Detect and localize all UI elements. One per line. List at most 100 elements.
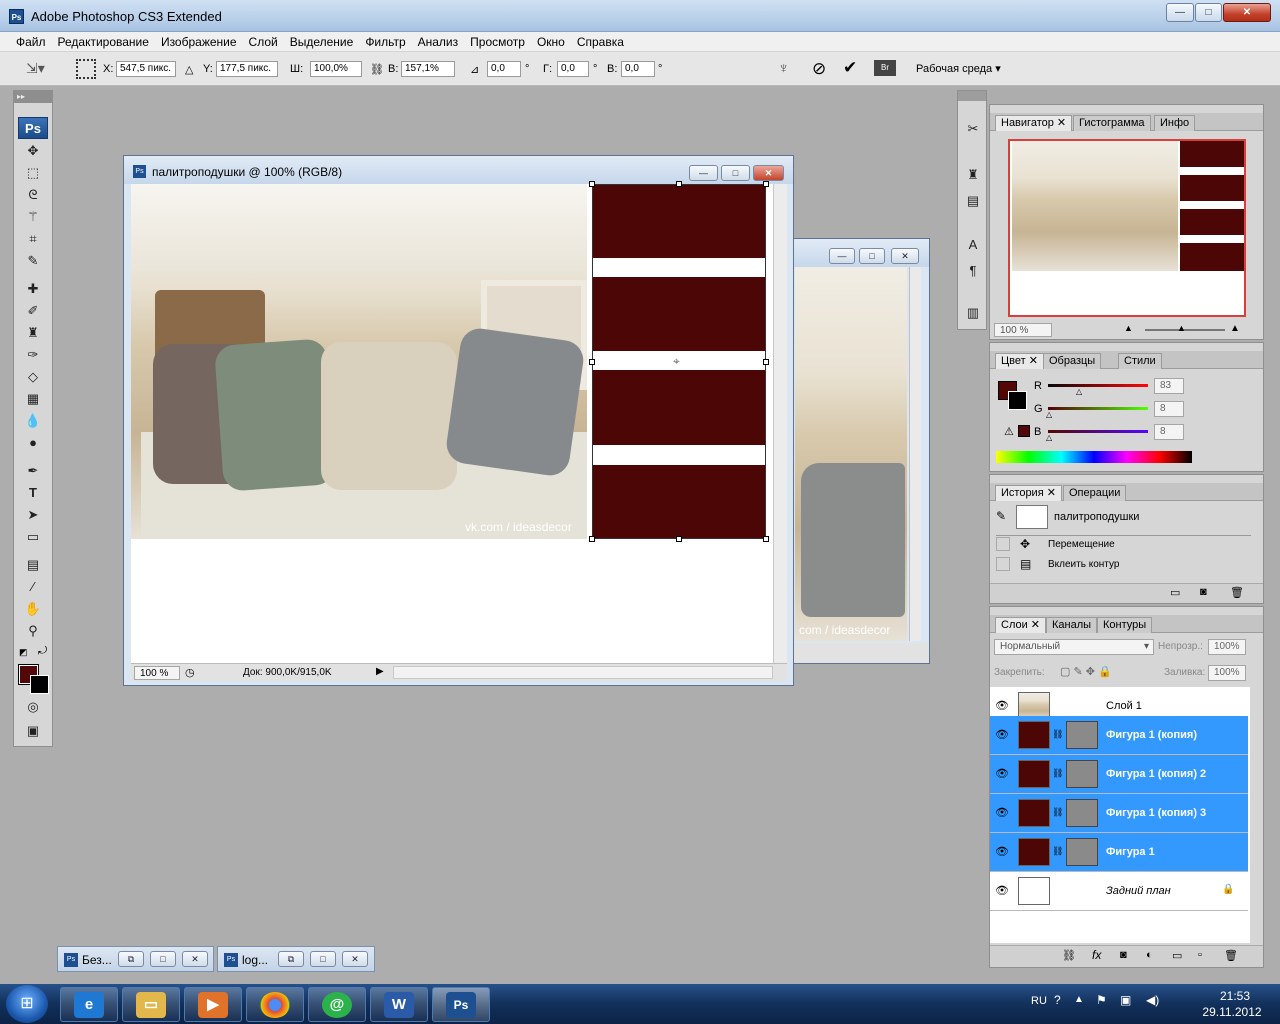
tab-paths[interactable]: Контуры [1097,617,1153,633]
paragraph-panel-icon[interactable]: ¶ [960,261,986,281]
menu-view[interactable]: Просмотр [464,32,531,52]
layer-mask-icon[interactable]: ◙ [1120,949,1127,961]
tab-history[interactable]: История ✕ [995,485,1062,501]
shape-tool-icon[interactable]: ▭ [20,527,46,547]
zoom-tool-icon[interactable]: ⚲ [20,621,46,641]
trash-icon[interactable]: 🗑 [1230,586,1244,599]
path-selection-icon[interactable]: ➤ [20,505,46,525]
g-input[interactable]: 8 [1154,401,1184,417]
height-input[interactable]: 157,1% [401,61,455,77]
network-icon[interactable]: ▣ [1120,993,1131,1007]
width-input[interactable]: 100,0% [310,61,362,77]
menu-image[interactable]: Изображение [155,32,243,52]
navigator-preview[interactable] [1008,139,1246,317]
doc2-maximize-button[interactable]: □ [859,248,885,264]
menu-filter[interactable]: Фильтр [359,32,411,52]
tab-navigator[interactable]: Навигатор ✕ [995,115,1073,131]
minimized-window-2[interactable]: Ps log... ⧉ □ ✕ [217,946,375,972]
clone-stamp-icon[interactable]: ♜ [20,323,46,343]
minimize-button[interactable]: — [1166,3,1194,22]
taskbar-media-player[interactable]: ▶ [184,987,242,1022]
marquee-tool-icon[interactable]: ⬚ [20,163,46,183]
doc-horizontal-scrollbar[interactable] [393,666,773,679]
cancel-transform-icon[interactable]: ⊘ [812,59,826,79]
eraser-tool-icon[interactable]: ◇ [20,367,46,387]
doc-close-button[interactable]: ✕ [753,165,784,181]
restore-button[interactable]: ⧉ [278,951,304,967]
restore-button[interactable]: ⧉ [118,951,144,967]
x-input[interactable]: 547,5 пикс. [116,61,176,77]
layer-style-icon[interactable]: fx [1092,948,1101,962]
healing-brush-icon[interactable]: ✚ [20,279,46,299]
doc2-vertical-scrollbar[interactable] [909,267,921,641]
doc2-minimize-button[interactable]: — [829,248,855,264]
document-window-main[interactable]: Ps палитроподушки @ 100% (RGB/8) — □ ✕ v… [123,155,794,686]
status-menu-icon[interactable]: ◷ [185,666,195,679]
eye-icon[interactable]: 👁 [994,806,1010,819]
link-icon[interactable]: ⛓ [1052,768,1063,779]
history-item[interactable]: Перемещение [1048,539,1115,550]
eyedropper-icon[interactable]: ⁄ [20,577,46,597]
menu-select[interactable]: Выделение [284,32,360,52]
history-snapshot-thumb[interactable] [1016,505,1048,529]
menu-window[interactable]: Окно [531,32,571,52]
background-color-swatch[interactable] [30,675,49,694]
workspace-menu[interactable]: Рабочая среда ▾ [916,62,1001,75]
blur-tool-icon[interactable]: 💧 [20,411,46,431]
slice-tool-icon[interactable]: ✎ [20,251,46,271]
lock-icons[interactable]: ▢ ✎ ✥ 🔒 [1060,665,1112,678]
zoom-in-icon[interactable]: ▲ [1230,323,1240,334]
history-checkbox[interactable] [996,557,1010,571]
link-icon[interactable]: ⛓ [1052,807,1063,818]
doc-minimize-button[interactable]: — [689,165,718,181]
transform-center-icon[interactable]: ⌖ [673,354,680,369]
layer-row[interactable]: 👁 Задний план 🔒 [990,872,1248,911]
dock-strip-header[interactable] [958,91,986,101]
transform-handle[interactable] [589,359,595,365]
transform-handle[interactable] [676,536,682,542]
maximize-button[interactable]: □ [1195,3,1222,22]
help-icon[interactable]: ? [1054,993,1061,1007]
toolbox-header[interactable]: ▸▸ [14,91,52,103]
move-tool-icon[interactable]: ✥ [20,141,46,161]
y-input[interactable]: 177,5 пикс. [216,61,278,77]
layer-row[interactable]: 👁 ⛓ Фигура 1 (копия) 3 [990,794,1248,833]
layer-row[interactable]: 👁 ⛓ Фигура 1 (копия) [990,716,1248,755]
eye-icon[interactable]: 👁 [994,884,1010,897]
bridge-icon[interactable]: Br [874,60,896,76]
pillow-photo[interactable]: vk.com / ideasdecor [131,184,587,539]
eye-icon[interactable]: 👁 [994,699,1010,712]
document-window-2[interactable]: — □ ✕ com / ideasdecor [790,238,930,664]
taskbar-ie[interactable]: e [60,987,118,1022]
navigator-zoom-field[interactable]: 100 % [994,323,1052,337]
close-button[interactable]: ✕ [342,951,368,967]
action-center-icon[interactable]: ⚑ [1096,993,1107,1007]
doc2-close-button[interactable]: ✕ [891,248,919,264]
transform-handle[interactable] [589,181,595,187]
r-slider-thumb[interactable]: △ [1076,387,1082,396]
r-slider[interactable] [1048,384,1148,387]
history-brush-icon[interactable]: ✑ [20,345,46,365]
new-group-icon[interactable]: ▭ [1172,949,1182,962]
layer-row[interactable]: 👁 ⛓ Фигура 1 (копия) 2 [990,755,1248,794]
color-bg-swatch[interactable] [1008,391,1027,410]
layer-row[interactable]: 👁 ⛓ Фигура 1 [990,833,1248,872]
crop-tool-icon[interactable]: ⌗ [20,229,46,249]
delta-icon[interactable]: △ [185,63,193,76]
clone-source-icon[interactable]: ♜ [960,165,986,185]
minimized-window-1[interactable]: Ps Без... ⧉ □ ✕ [57,946,214,972]
link-layers-icon[interactable]: ⛓ [1062,949,1076,962]
doc-vertical-scrollbar[interactable] [773,184,787,663]
tab-channels[interactable]: Каналы [1046,617,1098,633]
angle-input[interactable]: 0,0 [487,61,521,77]
document-canvas[interactable]: vk.com / ideasdecor ⌖ [131,181,773,663]
language-indicator[interactable]: RU [1031,995,1047,1007]
taskbar-word[interactable]: W [370,987,428,1022]
brush-tool-icon[interactable]: ✐ [20,301,46,321]
gamut-color-swatch[interactable] [1018,425,1030,437]
doc-maximize-button[interactable]: □ [721,165,750,181]
r-input[interactable]: 83 [1154,378,1184,394]
g-slider-thumb[interactable]: △ [1046,410,1052,419]
color-spectrum-bar[interactable] [996,451,1192,463]
eye-icon[interactable]: 👁 [994,767,1010,780]
